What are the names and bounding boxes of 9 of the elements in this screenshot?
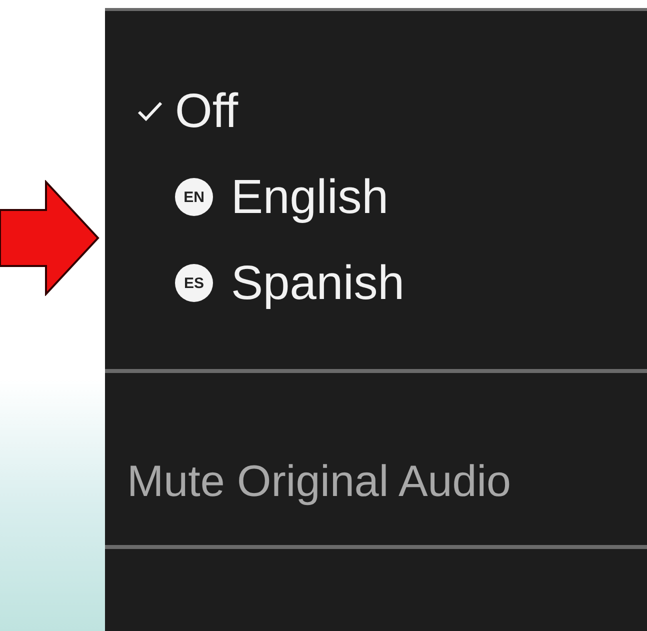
language-badge: ES [175,264,213,302]
menu-row[interactable]: Off [105,81,647,141]
menu-item[interactable]: Off [175,84,238,138]
checkmark-icon [137,100,163,122]
menu-item[interactable]: Spanish [231,256,404,310]
language-badge: EN [175,178,213,216]
menu-row[interactable]: ES Spanish [105,253,647,313]
menu-row[interactable]: EN English [105,167,647,227]
menu-item[interactable]: English [231,170,388,224]
